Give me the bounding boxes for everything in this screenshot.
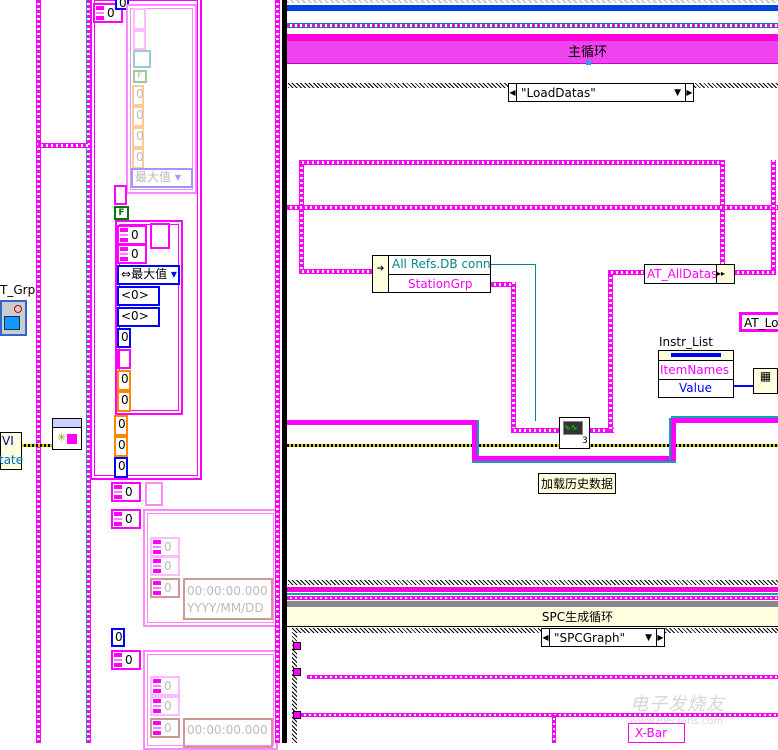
- table-function-icon[interactable]: ▦: [753, 368, 778, 394]
- blue-numeric[interactable]: 0: [111, 628, 125, 647]
- timestamp-const: 00:00:00.000 YYYY/MM/DD: [183, 578, 273, 620]
- refnum-wire: [535, 264, 536, 421]
- tunnel: [293, 711, 301, 719]
- grp-label: T_Grp: [0, 283, 36, 297]
- loop-border: [287, 601, 778, 607]
- main-loop-title: 主循环: [287, 41, 778, 64]
- load-history-subvi[interactable]: ∿∿ 3: [559, 417, 590, 449]
- at-lo-local[interactable]: AT_Lo: [739, 312, 778, 332]
- string-const: [150, 223, 170, 249]
- tunnel: [293, 642, 301, 650]
- string-const: [114, 185, 127, 205]
- faded-numeric: 0: [150, 676, 180, 696]
- faded-numeric: 0: [150, 696, 180, 716]
- faded-bool: F: [133, 70, 147, 83]
- faded-numeric: 0: [150, 556, 180, 576]
- cluster-wire-bold: [287, 34, 778, 41]
- case-selector[interactable]: ◀ "LoadDatas" ▼ ▶: [508, 83, 694, 102]
- faded-numeric: 0: [150, 537, 180, 557]
- numeric[interactable]: 0: [117, 225, 147, 245]
- array-index[interactable]: 0: [111, 509, 141, 529]
- cluster-wire: [552, 715, 556, 743]
- spc-case-border-top: [292, 628, 778, 633]
- blue-numeric[interactable]: 0: [114, 457, 128, 478]
- faded-string: [133, 8, 146, 30]
- queue-create-icon[interactable]: ✳: [52, 418, 82, 450]
- numeric[interactable]: 0: [117, 244, 147, 264]
- timestamp-const: 00:00:00.000: [183, 718, 273, 748]
- cluster-wire: [299, 269, 374, 274]
- faded-string-2: [133, 30, 146, 50]
- unbundle-by-name[interactable]: ➔ All Refs.DB conn StationGrp: [372, 255, 491, 293]
- cluster-wire: [720, 160, 725, 272]
- orange-numeric[interactable]: 0: [114, 415, 128, 436]
- cluster-wire: [511, 428, 561, 433]
- ring-0-b[interactable]: <0> ▾: [117, 307, 160, 338]
- arrow-icon: ➔: [373, 256, 389, 292]
- cluster-wire: [287, 596, 778, 600]
- cluster-wire-vertical: [275, 0, 280, 743]
- alldatas-local[interactable]: AT_AllDatas ▸▸: [644, 264, 735, 284]
- orange-numeric[interactable]: 0: [114, 436, 128, 457]
- ring-0[interactable]: <0> ▾: [117, 286, 160, 317]
- orange-numeric[interactable]: 0: [117, 370, 131, 391]
- cluster-wire: [511, 282, 516, 432]
- refnum-wire: [287, 593, 778, 595]
- refnum-wire: [491, 264, 536, 265]
- case-structure-border-bottom: [288, 580, 778, 585]
- cluster-wire: [299, 160, 304, 272]
- cluster-wire-left: [36, 0, 41, 743]
- array-index[interactable]: 0: [111, 650, 141, 670]
- string-const: [145, 482, 163, 506]
- faded-numeric: 0: [150, 718, 180, 738]
- cluster-wire-horizontal: [38, 143, 88, 148]
- cluster-wire: [608, 270, 613, 432]
- faded-numeric: 0: [132, 148, 144, 169]
- prop-value[interactable]: Value: [679, 381, 712, 395]
- error-wire: [20, 444, 52, 447]
- bundle-item-stationgrp[interactable]: StationGrp: [408, 277, 473, 291]
- cluster-wire: [287, 23, 778, 28]
- error-wire: [287, 444, 778, 447]
- prop-itemnames[interactable]: ItemNames: [660, 363, 729, 377]
- bundle-item-db-conn[interactable]: All Refs.DB conn: [392, 257, 491, 271]
- graph-icon: ∿∿: [563, 421, 583, 435]
- faded-enum[interactable]: 最大值 ▾: [131, 168, 193, 188]
- spc-case-selector[interactable]: ◀ "SPCGraph" ▼ ▶: [541, 628, 665, 647]
- blue-numeric[interactable]: 0: [117, 328, 131, 348]
- tunnel: [293, 668, 301, 676]
- instr-list-label: Instr_List: [659, 335, 714, 349]
- faded-numeric: 0: [150, 578, 180, 598]
- instr-list-property-node[interactable]: ItemNames Value: [658, 350, 734, 398]
- faded-numeric: 0: [132, 127, 144, 148]
- title-handle[interactable]: [586, 60, 591, 65]
- faded-numeric: 0: [132, 106, 144, 127]
- cluster-wire: [771, 160, 776, 275]
- cluster-wire: [307, 675, 778, 679]
- string-const: [117, 349, 131, 369]
- faded-numeric: 0: [132, 85, 144, 106]
- loop-border: [282, 0, 287, 743]
- array-index[interactable]: 0: [111, 482, 141, 502]
- enum-max[interactable]: ⇔最大值 ▾: [117, 265, 180, 285]
- loop-border-top: [287, 0, 778, 3]
- int-wire: [734, 385, 754, 387]
- cluster-wire-bold: [287, 587, 778, 592]
- faded-refnum-icon: [133, 50, 151, 68]
- cluster-wire: [287, 205, 778, 210]
- spc-loop-title: SPC生成循环: [287, 608, 778, 627]
- bool-false[interactable]: F: [114, 206, 129, 220]
- cluster-wire: [299, 160, 724, 165]
- comment-load-history: 加载历史数据: [538, 473, 617, 494]
- orange-numeric[interactable]: 0: [117, 391, 131, 412]
- watermark-logo: 电子发烧友 www.elecfans.com: [630, 694, 725, 727]
- vi-state-node[interactable]: VI tate: [0, 432, 23, 470]
- cluster-wire: [734, 270, 776, 275]
- graph-ref-icon[interactable]: [0, 300, 27, 336]
- cluster-wire: [608, 270, 646, 275]
- int-wire: [287, 5, 778, 11]
- cluster-wire-bypass: [287, 420, 477, 425]
